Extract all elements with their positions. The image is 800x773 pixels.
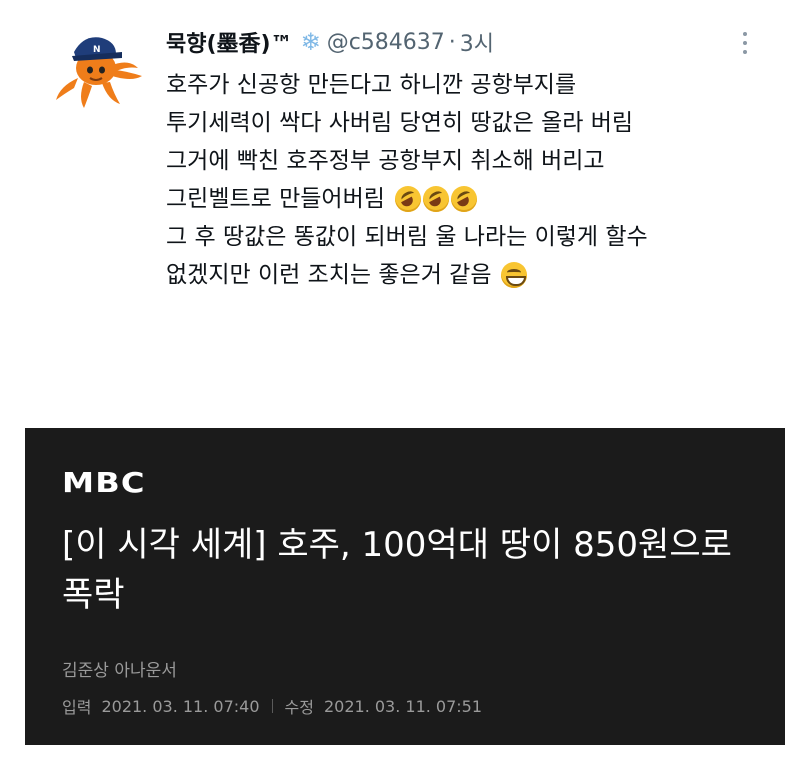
rolling-laughing-emoji-icon <box>394 186 421 212</box>
news-headline[interactable]: [이 시각 세계] 호주, 100억대 땅이 850원으로 폭락 <box>62 520 762 620</box>
rolling-laughing-emoji-icon <box>422 186 449 212</box>
meta-divider <box>271 699 273 713</box>
tweet-timestamp[interactable]: 3시 <box>460 26 494 58</box>
octopus-avatar-icon: N <box>56 37 142 108</box>
grinning-emoji-icon <box>501 262 528 288</box>
mbc-logo: MBC <box>62 466 146 499</box>
tweet-body: 묵향(墨香)™ ❄ @c584637 · 3시 호주가 신공항 만든다고 하니깐… <box>166 22 766 294</box>
tweet-text: 호주가 신공항 만든다고 하니깐 공항부지를 투기세력이 싹다 사버림 당연히 … <box>166 66 766 294</box>
display-name[interactable]: 묵향(墨香)™ <box>166 26 293 58</box>
tweet-header: 묵향(墨香)™ ❄ @c584637 · 3시 <box>166 22 766 62</box>
news-card[interactable]: MBC [이 시각 세계] 호주, 100억대 땅이 850원으로 폭락 김준상… <box>25 428 785 745</box>
modified-label: 수정 <box>284 698 314 717</box>
tweet-line: 호주가 신공항 만든다고 하니깐 공항부지를 <box>166 72 577 98</box>
tweet-line: 없겠지만 이런 조치는 좋은거 같음 <box>166 256 766 294</box>
tweet-line: 그거에 빡친 호주정부 공항부지 취소해 버리고 <box>166 148 605 174</box>
article-meta: 입력 2021. 03. 11. 07:40 수정 2021. 03. 11. … <box>62 694 482 718</box>
tweet-card[interactable]: N 묵향(墨香)™ ❄ @c584637 · 3시 호주가 신공항 만든다고 하… <box>0 0 800 400</box>
separator-dot: · <box>448 29 456 55</box>
svg-text:N: N <box>93 45 101 55</box>
tweet-line: 그 후 땅값은 똥값이 되버림 울 나라는 이렇게 할수 <box>166 224 648 250</box>
modified-time: 2021. 03. 11. 07:51 <box>323 696 483 716</box>
user-handle[interactable]: @c584637 <box>327 30 445 55</box>
tweet-line: 투기세력이 싹다 사버림 당연히 땅값은 올라 버림 <box>166 110 634 136</box>
reporter-name: 김준상 아나운서 <box>62 661 177 681</box>
published-time: 2021. 03. 11. 07:40 <box>101 696 260 716</box>
tweet-line: 그린벨트로 만들어버림 <box>166 180 766 218</box>
published-label: 입력 <box>62 698 92 717</box>
avatar[interactable]: N <box>50 28 146 110</box>
more-vertical-icon[interactable] <box>739 32 751 58</box>
rolling-laughing-emoji-icon <box>450 186 477 212</box>
snowflake-icon: ❄ <box>300 28 321 56</box>
